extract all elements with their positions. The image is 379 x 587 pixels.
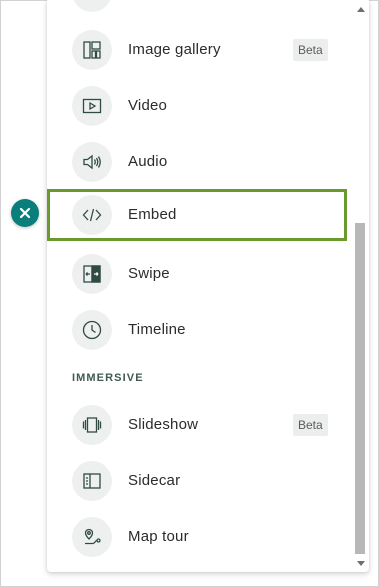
- close-icon: [19, 207, 31, 219]
- close-button[interactable]: [11, 199, 39, 227]
- sidecar-icon: [72, 461, 112, 501]
- menu-item-image-gallery[interactable]: Image gallery Beta: [47, 24, 347, 76]
- menu-item-label: Sidecar: [128, 472, 181, 489]
- menu-item-label: Map tour: [128, 528, 189, 545]
- scroll-up-arrow-icon[interactable]: [357, 7, 365, 12]
- scroll-down-arrow-icon[interactable]: [357, 561, 365, 566]
- block-palette-panel: Image gallery Beta Video Audio Embed Swi…: [47, 0, 369, 572]
- audio-icon: [72, 142, 112, 182]
- menu-item-label: Audio: [128, 153, 168, 170]
- menu-item-video[interactable]: Video: [47, 80, 347, 132]
- menu-item-sidecar[interactable]: Sidecar: [47, 455, 347, 507]
- menu-item-label: Embed: [128, 206, 177, 223]
- menu-item-audio[interactable]: Audio: [47, 136, 347, 188]
- slideshow-icon: [72, 405, 112, 445]
- menu-item-embed[interactable]: Embed: [47, 189, 347, 241]
- menu-item-label: Timeline: [128, 321, 186, 338]
- scrollbar-thumb[interactable]: [355, 223, 365, 554]
- menu-item-label: Swipe: [128, 265, 170, 282]
- partial-item-icon: [72, 0, 112, 12]
- section-header-immersive: IMMERSIVE: [72, 372, 144, 384]
- menu-item-swipe[interactable]: Swipe: [47, 248, 347, 300]
- menu-item-label: Slideshow: [128, 416, 199, 433]
- timeline-icon: [72, 310, 112, 350]
- menu-item-label: Video: [128, 97, 168, 114]
- map-tour-icon: [72, 517, 112, 557]
- image-gallery-icon: [72, 30, 112, 70]
- embed-icon: [72, 195, 112, 235]
- menu-item-slideshow[interactable]: Slideshow Beta: [47, 399, 347, 451]
- beta-badge: Beta: [293, 39, 328, 61]
- swipe-icon: [72, 254, 112, 294]
- menu-item-timeline[interactable]: Timeline: [47, 304, 347, 356]
- video-icon: [72, 86, 112, 126]
- menu-item-map-tour[interactable]: Map tour: [47, 511, 347, 563]
- beta-badge: Beta: [293, 414, 328, 436]
- menu-item-label: Image gallery: [128, 41, 221, 58]
